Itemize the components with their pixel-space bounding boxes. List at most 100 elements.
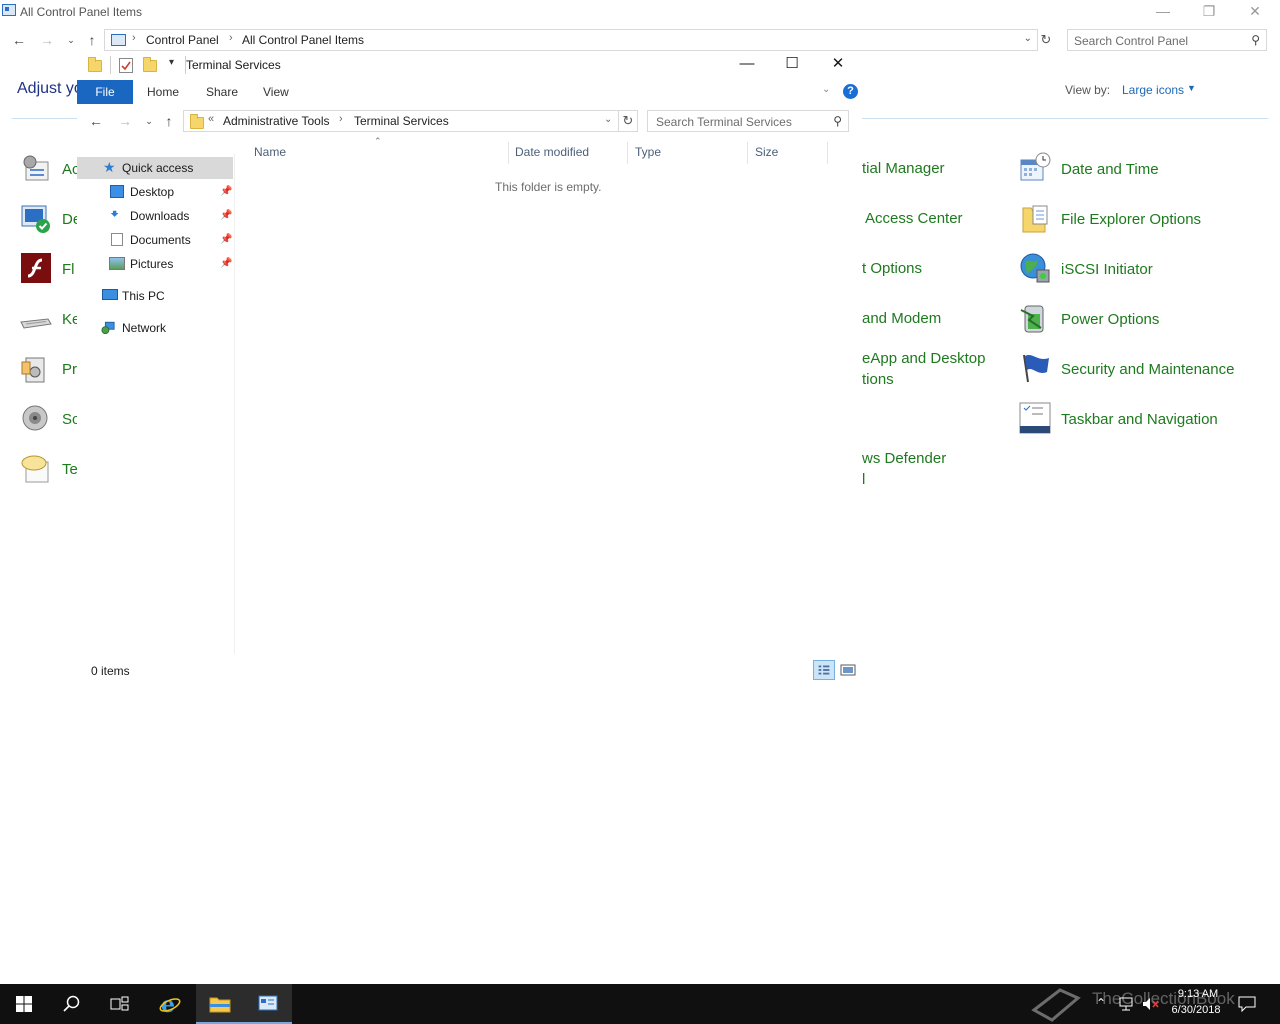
- view-by-dropdown[interactable]: Large icons: [1122, 83, 1184, 97]
- cp-item-label: Date and Time: [1061, 161, 1159, 178]
- breadcrumb-separator-icon: ›: [132, 32, 136, 44]
- maximize-button[interactable]: ☐: [769, 52, 815, 78]
- internet-explorer-taskbar-button[interactable]: e: [146, 984, 194, 1024]
- control-panel-titlebar[interactable]: All Control Panel Items — ❐ ✕: [0, 0, 1280, 24]
- details-view-icon[interactable]: [813, 660, 835, 680]
- cp-item-remoteapp-line2[interactable]: tions: [862, 369, 894, 390]
- breadcrumb-terminal-services[interactable]: Terminal Services: [354, 114, 449, 128]
- dropdown-caret-icon[interactable]: ▼: [1187, 83, 1196, 93]
- help-icon[interactable]: ?: [843, 84, 858, 99]
- cp-item-remoteapp-line1[interactable]: eApp and Desktop: [862, 348, 985, 369]
- back-arrow-icon[interactable]: ←: [10, 30, 28, 50]
- cp-item-internet-options[interactable]: t Options: [862, 258, 922, 279]
- navigation-pane: ★ Quick access Desktop 📌 🠻 Downloads 📌 D…: [77, 154, 235, 654]
- column-date-modified[interactable]: Date modified: [508, 142, 628, 164]
- forward-arrow-icon[interactable]: →: [116, 111, 134, 131]
- pin-icon[interactable]: 📌: [220, 181, 232, 203]
- refresh-icon[interactable]: ↻: [618, 110, 638, 132]
- taskbar-icon: [1019, 402, 1051, 434]
- file-explorer-taskbar-button[interactable]: [196, 984, 244, 1024]
- nav-label: Pictures: [130, 257, 174, 271]
- search-taskbar-button[interactable]: [48, 984, 96, 1024]
- properties-checkmark-icon[interactable]: [119, 58, 133, 73]
- expand-ribbon-chevron-icon[interactable]: ⌄: [822, 84, 830, 95]
- tab-view[interactable]: View: [255, 80, 297, 104]
- large-icons-view-icon[interactable]: [837, 660, 859, 680]
- control-panel-app-icon: [2, 4, 16, 16]
- flash-player-icon: [21, 253, 51, 283]
- nav-label: This PC: [122, 289, 165, 303]
- nav-item-desktop[interactable]: Desktop 📌: [77, 181, 233, 203]
- volume-muted-icon[interactable]: [1142, 997, 1160, 1011]
- breadcrumb-control-panel[interactable]: Control Panel: [146, 33, 219, 47]
- pin-icon[interactable]: 📌: [220, 205, 232, 227]
- computer-icon: [102, 289, 118, 300]
- clock-date[interactable]: 6/30/2018: [1164, 1004, 1228, 1016]
- cp-item-credential-manager[interactable]: tial Manager: [862, 158, 945, 179]
- minimize-button[interactable]: —: [1140, 0, 1186, 24]
- column-name[interactable]: Name: [247, 142, 509, 164]
- nav-item-downloads[interactable]: 🠻 Downloads 📌: [77, 205, 233, 227]
- control-panel-location-icon: [111, 34, 126, 46]
- control-panel-taskbar-button[interactable]: [244, 984, 292, 1024]
- recent-locations-chevron-icon[interactable]: ⌄: [140, 111, 158, 131]
- cp-item-windows-defender-line1[interactable]: ws Defender: [862, 448, 946, 469]
- start-button[interactable]: [0, 984, 48, 1024]
- page-heading: Adjust yo: [17, 80, 83, 97]
- nav-item-quick-access[interactable]: ★ Quick access: [77, 157, 233, 179]
- device-manager-icon: [21, 205, 50, 233]
- nav-item-this-pc[interactable]: This PC: [77, 285, 233, 307]
- recent-locations-chevron-icon[interactable]: ⌄: [62, 30, 80, 50]
- close-button[interactable]: ✕: [1232, 0, 1278, 24]
- up-arrow-icon[interactable]: ↑: [83, 30, 101, 50]
- new-folder-icon[interactable]: [143, 57, 157, 72]
- pin-icon[interactable]: 📌: [220, 253, 232, 275]
- tab-share[interactable]: Share: [198, 80, 246, 104]
- task-view-button[interactable]: [96, 984, 144, 1024]
- close-button[interactable]: ✕: [815, 52, 861, 78]
- breadcrumb-administrative-tools[interactable]: Administrative Tools: [223, 114, 330, 128]
- network-status-icon[interactable]: [1118, 997, 1134, 1011]
- breadcrumb-overflow-icon[interactable]: «: [208, 113, 214, 125]
- nav-item-documents[interactable]: Documents 📌: [77, 229, 233, 251]
- search-icon: ⚲: [833, 114, 842, 128]
- address-bar[interactable]: « Administrative Tools › Terminal Servic…: [183, 110, 619, 132]
- download-arrow-icon: 🠻: [110, 206, 120, 223]
- cp-item-label: Security and Maintenance: [1061, 361, 1235, 378]
- cp-item-windows-defender-line2[interactable]: l: [862, 469, 865, 490]
- show-hidden-icons-chevron-icon[interactable]: ⌃: [1096, 996, 1106, 1010]
- minimize-button[interactable]: —: [724, 52, 770, 78]
- nav-label: Documents: [130, 233, 191, 247]
- breadcrumb-all-items[interactable]: All Control Panel Items: [242, 33, 364, 47]
- column-type[interactable]: Type: [628, 142, 748, 164]
- refresh-icon[interactable]: ↻: [1036, 29, 1056, 51]
- nav-label: Network: [122, 321, 167, 335]
- cp-item-ease-of-access[interactable]: Access Center: [865, 208, 963, 229]
- nav-item-pictures[interactable]: Pictures 📌: [77, 253, 233, 275]
- back-arrow-icon[interactable]: ←: [87, 111, 105, 131]
- column-size[interactable]: Size: [748, 142, 828, 164]
- address-dropdown-icon[interactable]: ⌄: [1024, 33, 1032, 44]
- tab-file[interactable]: File: [77, 80, 133, 104]
- programs-icon: [21, 357, 45, 383]
- empty-folder-message: This folder is empty.: [495, 180, 602, 194]
- search-terminal-services-input[interactable]: Search Terminal Services ⚲: [647, 110, 849, 132]
- tab-home[interactable]: Home: [139, 80, 187, 104]
- pictures-icon: [109, 257, 125, 270]
- restore-button[interactable]: ❐: [1186, 0, 1232, 24]
- taskbar: e TheCollectionBook ⌃ 9:13 AM 6/30/2018: [0, 984, 1280, 1024]
- nav-item-network[interactable]: Network: [77, 317, 233, 339]
- address-bar[interactable]: › Control Panel › All Control Panel Item…: [104, 29, 1038, 51]
- action-center-icon[interactable]: [1238, 996, 1256, 1012]
- clock-time[interactable]: 9:13 AM: [1168, 988, 1228, 1000]
- forward-arrow-icon[interactable]: →: [38, 30, 56, 50]
- up-arrow-icon[interactable]: ↑: [160, 111, 178, 131]
- cp-item-label: Te: [62, 461, 78, 478]
- pin-icon[interactable]: 📌: [220, 229, 232, 251]
- documents-icon: [111, 233, 123, 246]
- search-control-panel-input[interactable]: Search Control Panel ⚲: [1067, 29, 1267, 51]
- customize-toolbar-chevron-icon[interactable]: ▾: [169, 57, 174, 68]
- view-by-label: View by:: [1065, 83, 1111, 97]
- cp-item-phone-and-modem[interactable]: and Modem: [862, 308, 941, 329]
- address-dropdown-icon[interactable]: ⌄: [604, 114, 612, 125]
